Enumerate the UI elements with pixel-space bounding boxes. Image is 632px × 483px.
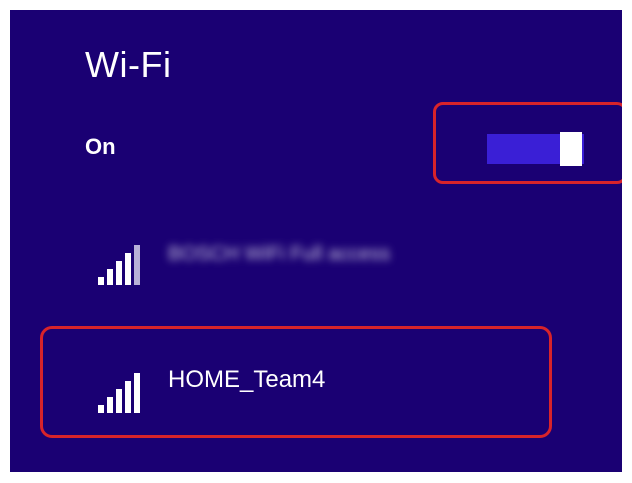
- network-name: BOSCH WiFi Full access: [168, 243, 391, 265]
- wifi-toggle-label: On: [85, 134, 116, 159]
- network-item[interactable]: HOME_Team4: [40, 326, 550, 413]
- network-item[interactable]: BOSCH WiFi Full access: [40, 215, 550, 299]
- wifi-panel: Wi-Fi On BOSCH WiFi Full access HOME_Tea…: [10, 10, 622, 472]
- panel-title: Wi-Fi: [85, 44, 172, 85]
- signal-bars-icon: [98, 371, 148, 413]
- network-name: HOME_Team4: [168, 366, 326, 393]
- wifi-toggle-thumb[interactable]: [560, 132, 582, 166]
- signal-bars-icon: [98, 243, 148, 285]
